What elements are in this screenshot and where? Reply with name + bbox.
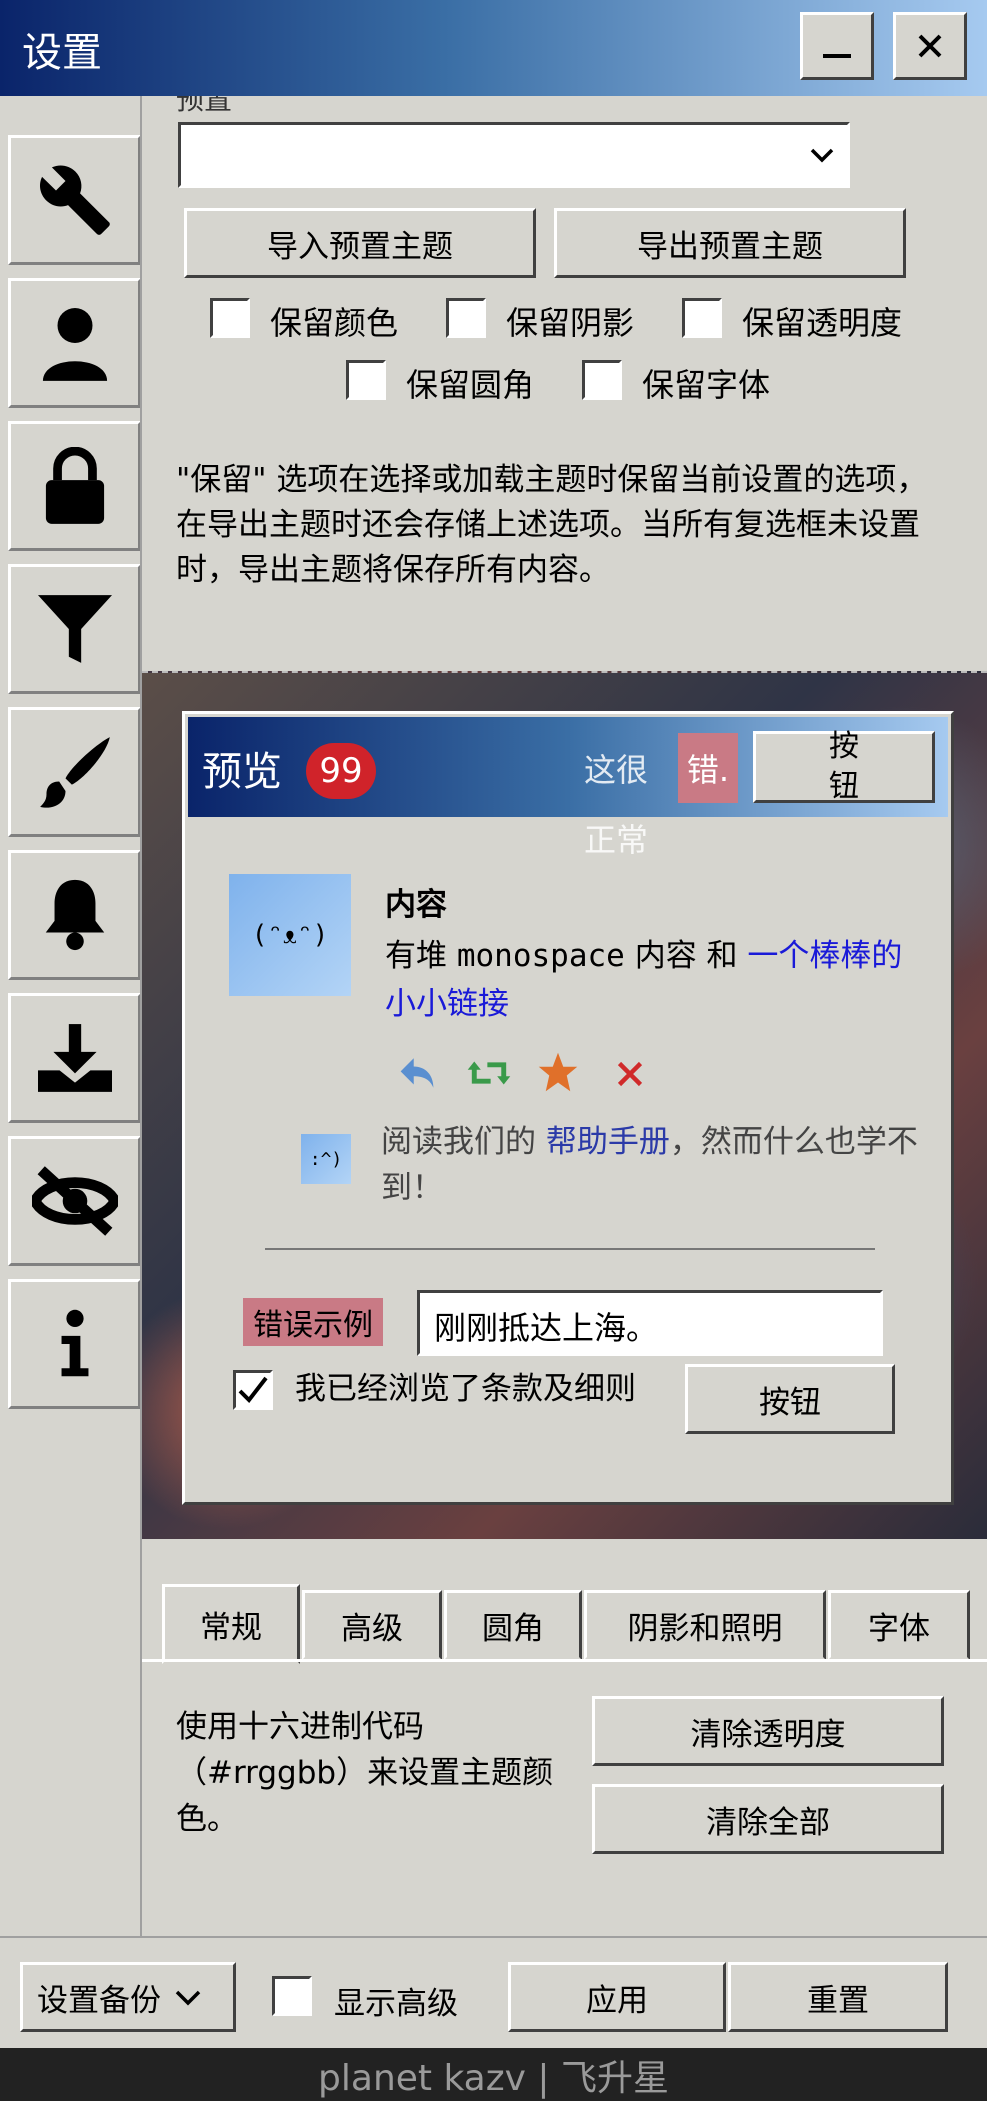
clear-opacity-button[interactable]: 清除透明度	[592, 1696, 944, 1766]
content-monospace: monospace	[456, 938, 625, 974]
sidebar-item-filters[interactable]	[8, 564, 141, 694]
keep-shadow-checkbox[interactable]	[446, 298, 486, 338]
keep-color-checkbox[interactable]	[210, 298, 250, 338]
terms-label: 我已经浏览了条款及细则	[295, 1371, 636, 1407]
avatar: (ᵔᴥᵔ)	[229, 874, 351, 996]
help-link[interactable]: 帮助手册	[546, 1124, 670, 1160]
keep-opacity-label: 保留透明度	[742, 304, 903, 342]
sidebar	[8, 135, 141, 1422]
content-heading: 内容	[385, 887, 447, 923]
keep-color-label: 保留颜色	[270, 304, 399, 342]
bell-icon	[45, 879, 104, 951]
cancel-icon[interactable]	[615, 1059, 645, 1089]
preview-title: 预览	[202, 749, 282, 795]
minimize-icon	[823, 54, 851, 58]
title-bar[interactable]: 设置	[0, 0, 987, 96]
divider	[265, 1248, 875, 1250]
keep-radius-checkbox[interactable]	[346, 360, 386, 400]
error-example-input[interactable]: 刚刚抵达上海。	[417, 1290, 883, 1356]
filter-icon	[37, 595, 112, 663]
header-button[interactable]: 按 钮	[753, 729, 935, 804]
content-text: 有堆	[385, 938, 457, 974]
reply-icon[interactable]	[397, 1055, 437, 1091]
main-content[interactable]: 预置 导入预置主题 导出预置主题 保留颜色 保留阴影 保留透明度 保留圆角 保留…	[142, 96, 987, 1936]
keep-radius-label: 保留圆角	[406, 366, 535, 404]
close-icon	[918, 34, 942, 58]
retweet-icon[interactable]	[467, 1055, 511, 1091]
show-advanced-label: 显示高级	[334, 1986, 458, 2022]
close-button[interactable]	[893, 12, 967, 80]
chevron-down-icon	[175, 1990, 201, 2006]
preview-button[interactable]: 按钮	[685, 1364, 895, 1434]
keep-shadow-label: 保留阴影	[506, 304, 635, 342]
preview-panel: 预览 99 这很 正常 错. 按 钮 (ᵔᴥᵔ) 内容 有堆 monospace…	[182, 711, 954, 1505]
download-icon	[37, 1024, 112, 1092]
sidebar-item-mutes[interactable]	[8, 1136, 141, 1266]
tab-underline	[142, 1659, 987, 1662]
preset-label: 预置	[176, 96, 233, 116]
footer-instance-name: planet kazv | 飞升星	[0, 2048, 987, 2101]
tab-rounding[interactable]: 圆角	[444, 1590, 582, 1660]
sidebar-item-profile[interactable]	[8, 278, 141, 408]
content-text-2: 内容 和	[624, 938, 748, 974]
settings-backup-label: 设置备份	[37, 1982, 161, 2019]
window-title: 设置	[22, 30, 102, 76]
preset-note: "保留" 选项在选择或加载主题时保留当前设置的选项，在导出主题时还会存储上述选项…	[176, 462, 928, 588]
error-chip: 错.	[678, 733, 738, 803]
show-advanced-checkbox[interactable]	[272, 1976, 312, 2016]
sidebar-item-downloads[interactable]	[8, 993, 141, 1123]
settings-window: 设置 预置 导入预置主题 导出预置主题 保留颜色 保留阴影 保留透明度 保留圆角…	[0, 0, 987, 2048]
error-example-label: 错误示例	[243, 1298, 383, 1346]
export-preset-button[interactable]: 导出预置主题	[554, 208, 906, 278]
eye-off-icon	[31, 1166, 118, 1236]
preview-header: 预览 99 这很 正常 错. 按 钮	[188, 717, 948, 859]
post-actions	[397, 1049, 657, 1099]
general-description: 使用十六进制代码（#rrggbb）来设置主题颜色。	[176, 1709, 554, 1837]
tab-advanced[interactable]: 高级	[302, 1590, 442, 1660]
sidebar-item-general[interactable]	[8, 135, 141, 265]
brush-icon	[39, 737, 110, 808]
sidebar-item-security[interactable]	[8, 421, 141, 551]
reset-button[interactable]: 重置	[728, 1962, 948, 2032]
help-text-1: 阅读我们的	[381, 1124, 546, 1160]
settings-backup-dropdown[interactable]: 设置备份	[20, 1962, 236, 2032]
clear-all-button[interactable]: 清除全部	[592, 1784, 944, 1854]
star-icon[interactable]	[537, 1051, 579, 1093]
wrench-icon	[39, 165, 110, 235]
tab-fonts[interactable]: 字体	[828, 1590, 970, 1660]
keep-font-checkbox[interactable]	[582, 360, 622, 400]
keep-opacity-checkbox[interactable]	[682, 298, 722, 338]
sidebar-item-notifications[interactable]	[8, 850, 141, 980]
preset-select[interactable]	[178, 122, 850, 188]
apply-button[interactable]: 应用	[508, 1962, 726, 2032]
import-preset-button[interactable]: 导入预置主题	[184, 208, 536, 278]
sidebar-item-theme[interactable]	[8, 707, 141, 837]
small-avatar: :^)	[301, 1134, 351, 1184]
keep-font-label: 保留字体	[642, 366, 771, 404]
preview-background: 预览 99 这很 正常 错. 按 钮 (ᵔᴥᵔ) 内容 有堆 monospace…	[142, 671, 987, 1539]
help-text: 阅读我们的 帮助手册，然而什么也学不到！	[381, 1119, 921, 1211]
bottom-bar: 设置备份 显示高级 应用 重置	[0, 1936, 987, 2048]
faint-text-top: 这很	[584, 751, 649, 789]
tab-general[interactable]: 常规	[162, 1584, 300, 1664]
lock-icon	[45, 447, 104, 524]
info-icon	[61, 1309, 88, 1377]
minimize-button[interactable]	[800, 12, 874, 80]
tab-shadows[interactable]: 阴影和照明	[584, 1590, 826, 1660]
notification-badge: 99	[306, 743, 376, 799]
chevron-down-icon	[810, 148, 834, 163]
content-body: 有堆 monospace 内容 和 一个棒棒的小小链接	[385, 932, 905, 1028]
user-icon	[42, 308, 107, 381]
sidebar-item-about[interactable]	[8, 1279, 141, 1409]
faint-text-bottom: 正常	[584, 821, 649, 859]
